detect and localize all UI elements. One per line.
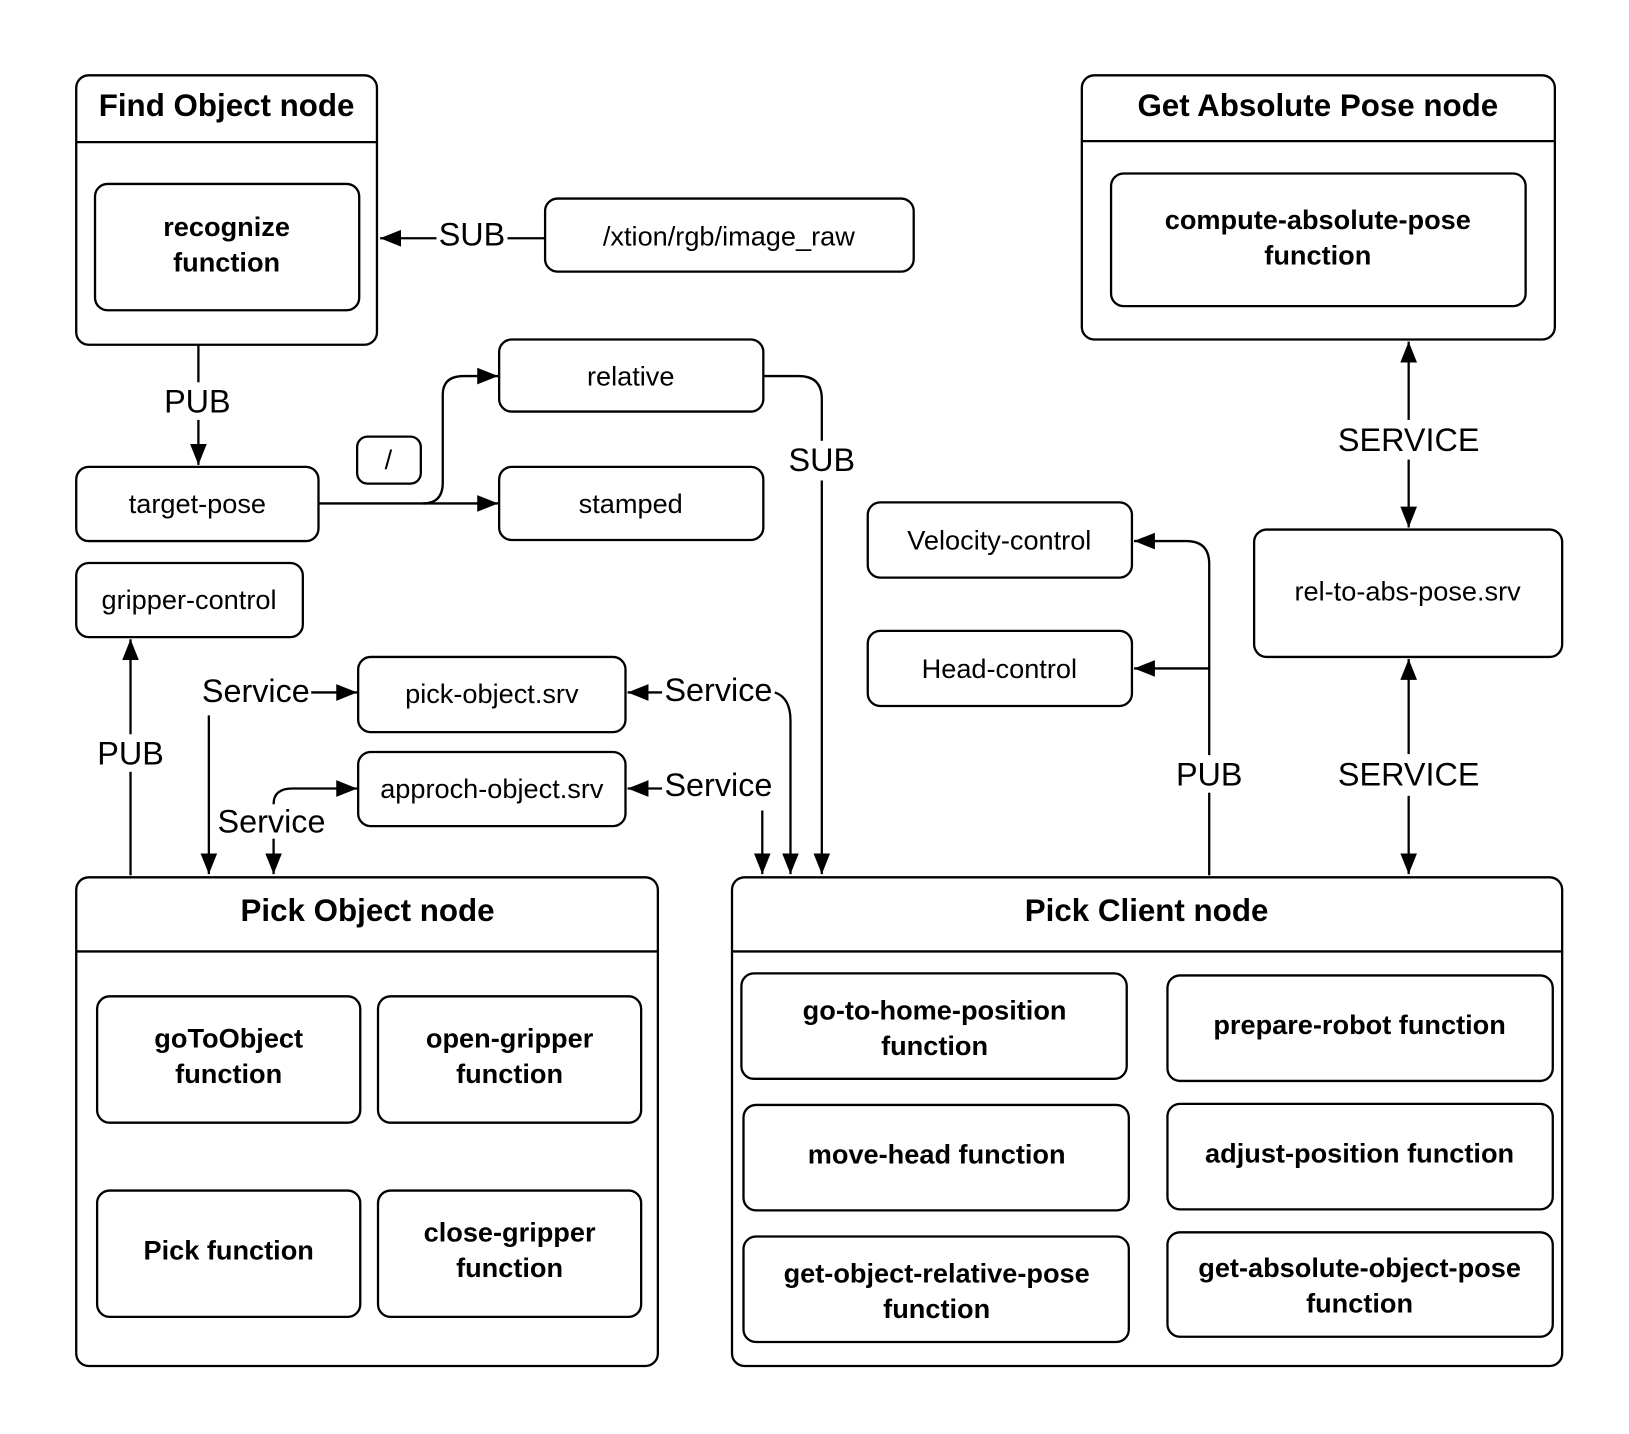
function-label: function [881,1030,988,1061]
pick-object-node: Pick Object node goToObject function ope… [75,876,660,1368]
edge-pub-target: PUB [158,344,239,465]
function-label: adjust-position function [1205,1137,1514,1168]
function-label: function [173,247,280,278]
topic-stamped: stamped [497,465,765,542]
function-label: goToObject [154,1022,303,1053]
function-label: go-to-home-position [803,994,1067,1025]
ros-node-diagram: Find Object node recognize function Get … [75,74,1564,1368]
topic-label: target-pose [129,488,266,519]
edge-label: SUB [789,442,856,478]
node-title: Find Object node [99,88,355,123]
topic-image-raw: /xtion/rgb/image_raw [543,197,915,273]
function-label: function [456,1058,563,1089]
function-label: Pick function [143,1234,313,1265]
edge-label: SERVICE [1338,422,1479,458]
get-object-relative-pose-box [742,1235,1130,1344]
edge-service-approach-right: Service [627,767,772,875]
service-label: approch-object.srv [380,773,604,804]
edge-service-pick-left: Service [200,673,358,875]
function-label: move-head function [808,1138,1066,1169]
topic-gripper-control: gripper-control [75,561,304,639]
function-label: close-gripper [424,1217,596,1248]
function-label: prepare-robot function [1213,1009,1506,1040]
function-label: function [1306,1288,1413,1319]
edge-pub-client: PUB [1134,532,1251,876]
edge-service-top: SERVICE [1331,341,1486,528]
slash-box: / [355,435,422,485]
function-label: get-absolute-object-pose [1198,1252,1521,1283]
edge-service-bottom: SERVICE [1331,659,1486,875]
pick-client-node: Pick Client node go-to-home-position fun… [730,876,1564,1368]
function-label: function [175,1058,282,1089]
topic-target-pose: target-pose [75,465,320,543]
edge-label: PUB [1176,756,1243,792]
topic-label: stamped [579,488,683,519]
function-label: function [456,1252,563,1283]
node-title: Get Absolute Pose node [1137,88,1498,123]
function-label: function [1264,239,1371,270]
service-approch-object-srv: approch-object.srv [357,750,627,828]
edge-label: Service [664,767,772,803]
edge-pub-gripper: PUB [91,639,172,876]
edge-label: SUB [439,217,506,253]
node-title: Pick Object node [241,893,495,928]
function-label: open-gripper [426,1022,594,1053]
find-object-node: Find Object node recognize function [75,74,379,346]
function-label: function [883,1293,990,1324]
edge-sub-image: SUB [380,215,546,253]
node-title: Pick Client node [1025,893,1269,928]
topic-label: gripper-control [102,584,277,615]
edge-label: Service [202,673,310,709]
topic-label: Head-control [922,653,1077,684]
edge-label: Service [218,803,326,839]
get-absolute-object-pose-box [1166,1231,1554,1338]
topic-label: /xtion/rgb/image_raw [603,221,855,252]
topic-head-control: Head-control [866,629,1134,708]
service-rel-to-abs-pose-srv: rel-to-abs-pose.srv [1252,528,1564,659]
edge-label: PUB [97,736,164,772]
go-to-home-position-box [740,972,1128,1080]
function-label: compute-absolute-pose [1165,204,1471,235]
topic-relative: relative [497,338,765,413]
topic-label: Velocity-control [907,524,1091,555]
get-absolute-pose-node: Get Absolute Pose node compute-absolute-… [1080,74,1557,341]
slash-label: / [385,444,393,475]
topic-label: relative [587,360,675,391]
function-label: get-object-relative-pose [784,1257,1090,1288]
service-label: pick-object.srv [405,678,579,709]
edge-service-approach-left: Service [218,780,358,875]
function-label: recognize [163,211,290,242]
edge-label: Service [664,672,772,708]
edge-label: SERVICE [1338,756,1479,792]
edge-sub-relative: SUB [763,374,861,875]
service-label: rel-to-abs-pose.srv [1294,576,1521,607]
edge-label: PUB [164,384,231,420]
service-pick-object-srv: pick-object.srv [357,655,627,734]
topic-velocity-control: Velocity-control [866,501,1134,579]
